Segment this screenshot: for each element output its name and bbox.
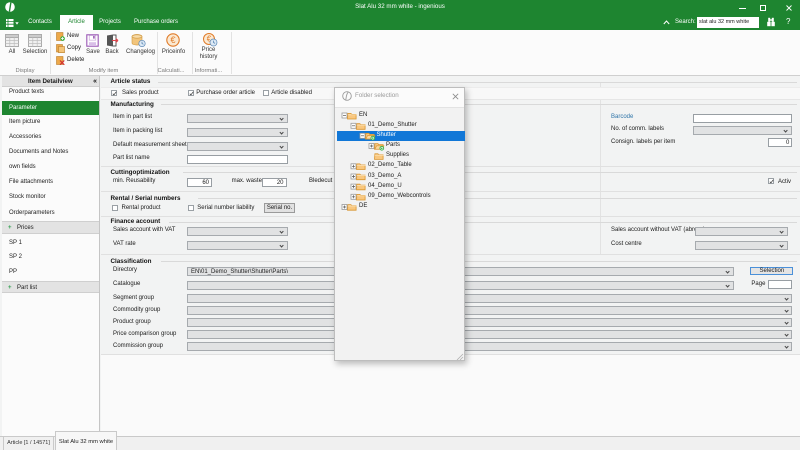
svg-text:€: € bbox=[170, 35, 175, 45]
